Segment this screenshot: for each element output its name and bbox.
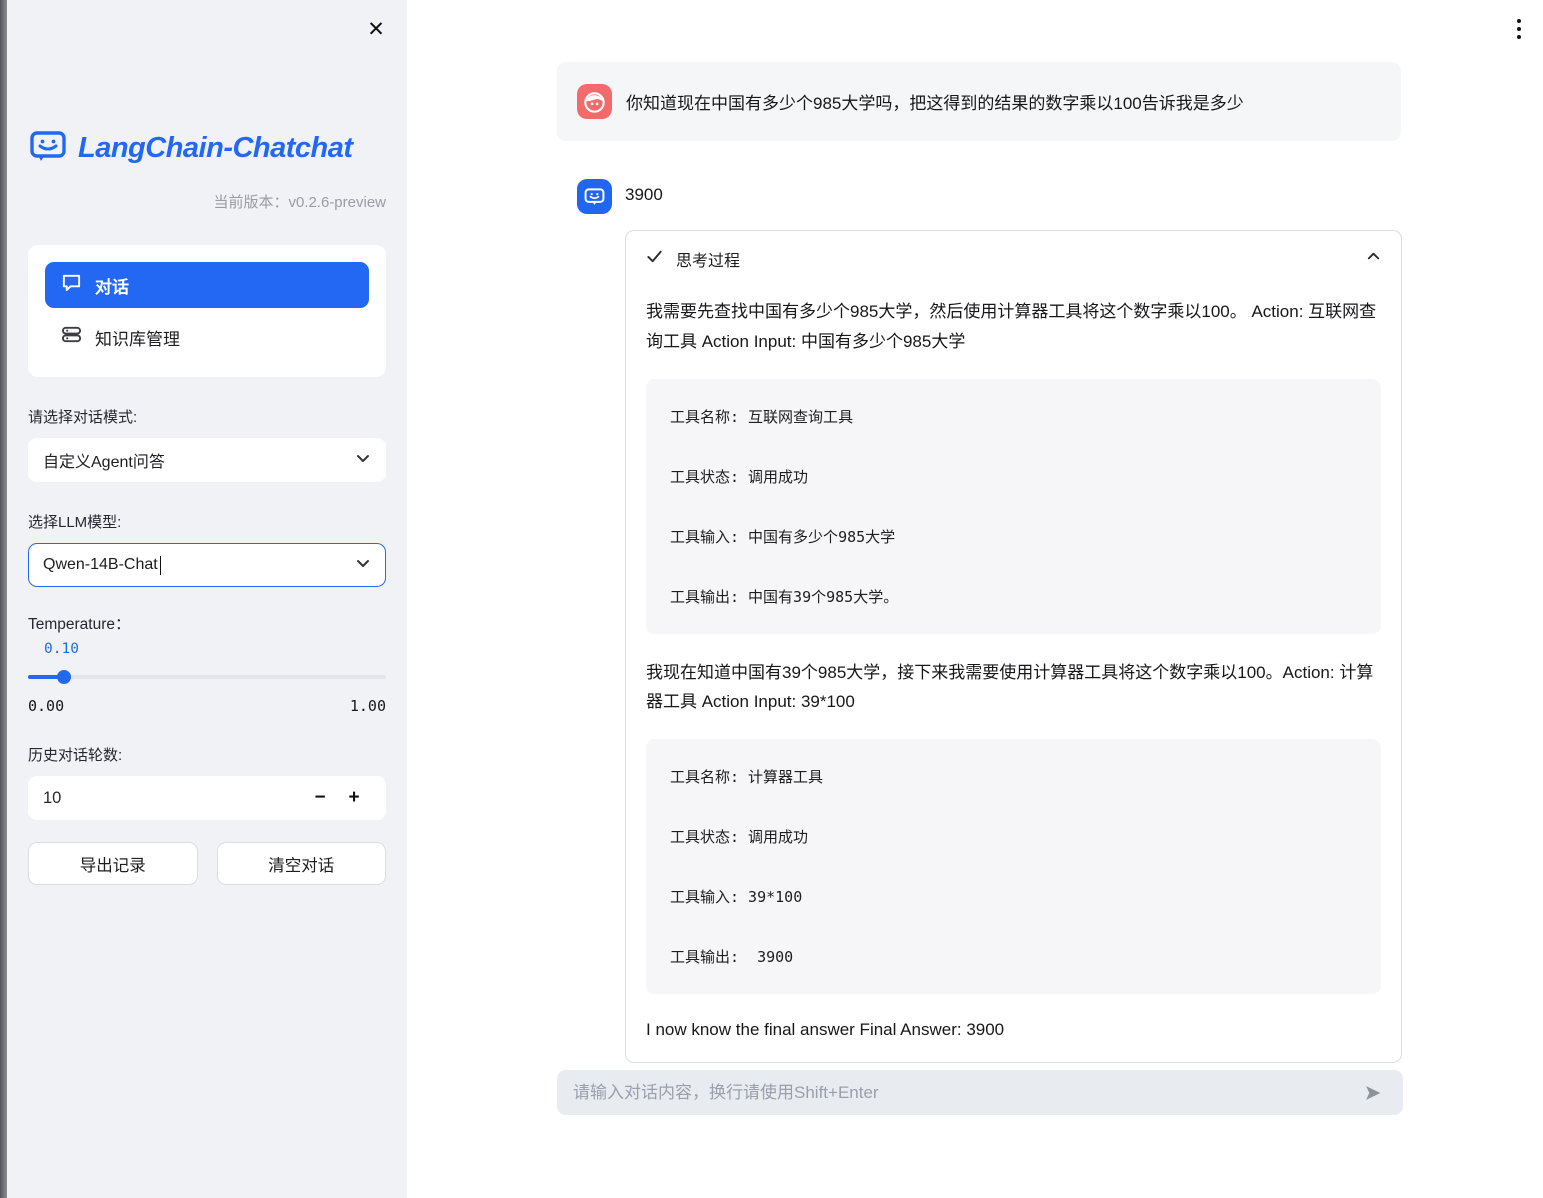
tool-call-box-2: 工具名称: 计算器工具 工具状态: 调用成功 工具输入: 39*100 工具输出… [646, 739, 1381, 994]
llm-model-select[interactable]: Qwen-14B-Chat [28, 543, 386, 587]
tool-input-line: 工具输入: 39*100 [670, 886, 1357, 907]
temperature-max-label: 1.00 [350, 697, 386, 715]
slider-track [28, 675, 386, 679]
sidebar-item-knowledge-base[interactable]: 知识库管理 [45, 314, 369, 360]
thinking-title: 思考过程 [676, 247, 1353, 271]
thinking-expander-header[interactable]: 思考过程 [626, 231, 1401, 281]
slider-thumb[interactable] [57, 670, 71, 684]
temperature-min-label: 0.00 [28, 697, 64, 715]
nav-card: 对话 知识库管理 [28, 245, 386, 377]
temperature-value: 0.10 [44, 641, 386, 657]
assistant-answer-text: 3900 [625, 185, 663, 205]
chatchat-logo-icon [28, 126, 68, 171]
decrement-button[interactable]: − [303, 787, 337, 809]
llm-model-value: Qwen-14B-Chat [43, 556, 158, 574]
history-rounds-input[interactable]: 10 − + [28, 776, 386, 820]
close-icon: ✕ [367, 19, 385, 40]
sidebar-item-label: 知识库管理 [95, 325, 180, 350]
sidebar: ✕ LangChain-Chatchat 当前版本：v0.2.6-preview… [7, 0, 407, 1198]
llm-model-label: 选择LLM模型: [28, 511, 386, 532]
chat-input-bar [557, 1070, 1403, 1115]
tool-name-line: 工具名称: 互联网查询工具 [670, 406, 1357, 427]
sidebar-item-dialogue[interactable]: 对话 [45, 262, 369, 308]
dialog-mode-label: 请选择对话模式: [28, 406, 386, 427]
chat-bubble-icon [61, 272, 82, 298]
tool-output-line: 工具输出: 3900 [670, 946, 1357, 967]
checkmark-icon [646, 248, 663, 270]
database-icon [61, 324, 82, 350]
tool-call-box-1: 工具名称: 互联网查询工具 工具状态: 调用成功 工具输入: 中国有多少个985… [646, 379, 1381, 634]
export-records-button[interactable]: 导出记录 [28, 842, 198, 885]
thinking-paragraph-1: 我需要先查找中国有多少个985大学，然后使用计算器工具将这个数字乘以100。 A… [646, 297, 1381, 357]
assistant-avatar [577, 179, 612, 214]
clear-dialogue-button[interactable]: 清空对话 [217, 842, 387, 885]
user-face-icon [581, 88, 608, 115]
user-message: 你知道现在中国有多少个985大学吗，把这得到的结果的数字乘以100告诉我是多少 [557, 62, 1401, 141]
temperature-label: Temperature： [28, 612, 386, 634]
final-answer-text: I now know the final answer Final Answer… [646, 1020, 1381, 1040]
chatbot-icon [582, 184, 607, 209]
increment-button[interactable]: + [337, 787, 371, 809]
history-rounds-label: 历史对话轮数: [28, 744, 386, 765]
window-edge-strip [0, 0, 7, 1198]
brand-logo: LangChain-Chatchat [28, 126, 386, 171]
text-caret [160, 556, 161, 575]
chevron-down-icon [355, 450, 371, 471]
tool-status-line: 工具状态: 调用成功 [670, 826, 1357, 847]
thinking-expander: 思考过程 我需要先查找中国有多少个985大学，然后使用计算器工具将这个数字乘以1… [625, 230, 1402, 1063]
user-avatar [577, 84, 612, 119]
send-icon [1362, 1082, 1384, 1104]
user-message-text: 你知道现在中国有多少个985大学吗，把这得到的结果的数字乘以100告诉我是多少 [626, 89, 1244, 114]
history-rounds-value: 10 [43, 789, 303, 808]
tool-status-line: 工具状态: 调用成功 [670, 466, 1357, 487]
dialog-mode-select[interactable]: 自定义Agent问答 [28, 438, 386, 482]
chat-input[interactable] [573, 1083, 1347, 1103]
kebab-menu-icon[interactable] [1506, 14, 1532, 44]
tool-output-line: 工具输出: 中国有39个985大学。 [670, 586, 1357, 607]
sidebar-item-label: 对话 [95, 273, 129, 298]
sidebar-close-button[interactable]: ✕ [363, 16, 389, 42]
tool-input-line: 工具输入: 中国有多少个985大学 [670, 526, 1357, 547]
thinking-paragraph-2: 我现在知道中国有39个985大学，接下来我需要使用计算器工具将这个数字乘以100… [646, 658, 1381, 718]
dialog-mode-value: 自定义Agent问答 [43, 448, 355, 472]
chevron-up-icon[interactable] [1366, 249, 1381, 269]
chevron-down-icon [355, 555, 371, 576]
brand-title: LangChain-Chatchat [78, 132, 353, 165]
version-text: 当前版本：v0.2.6-preview [28, 191, 386, 212]
tool-name-line: 工具名称: 计算器工具 [670, 766, 1357, 787]
send-button[interactable] [1359, 1079, 1387, 1107]
temperature-slider[interactable] [28, 670, 386, 684]
